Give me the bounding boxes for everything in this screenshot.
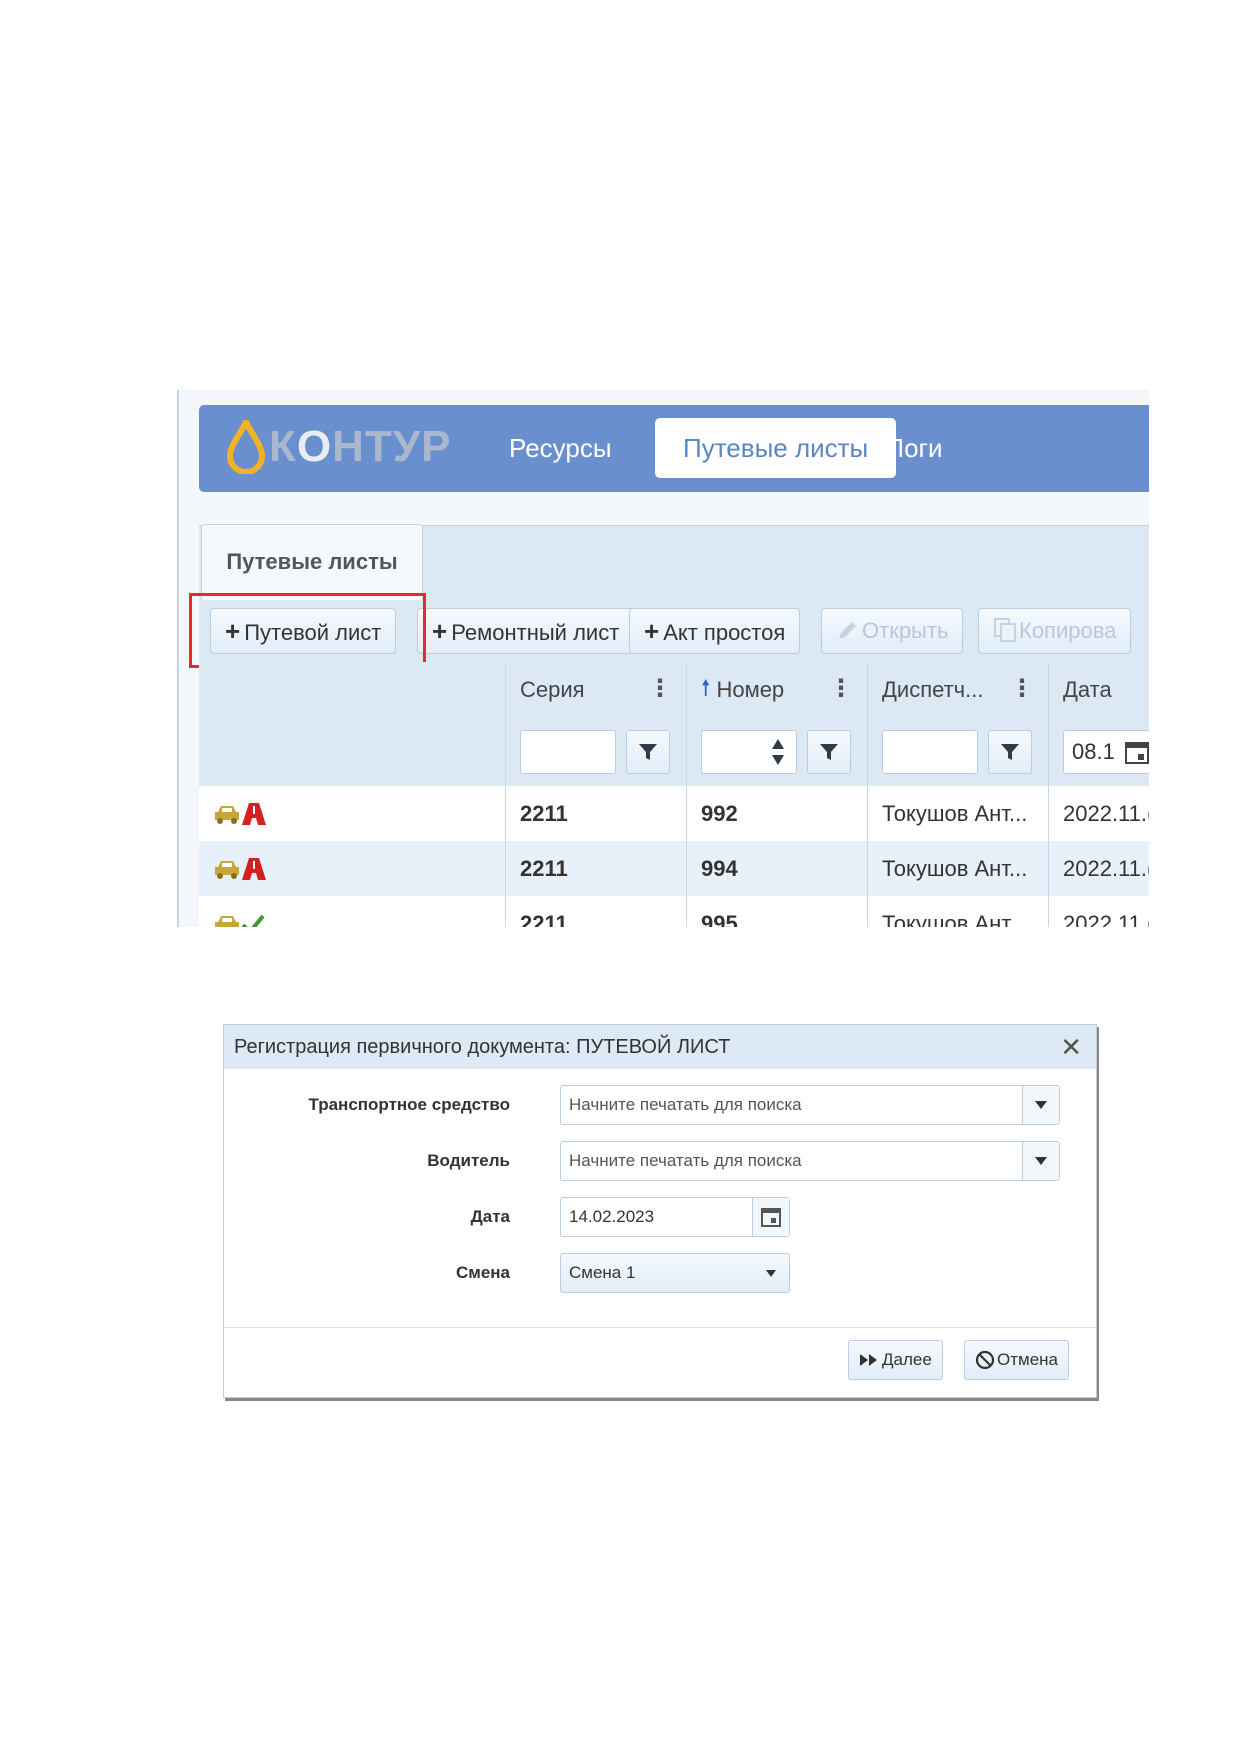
nav-resources[interactable]: Ресурсы [481, 418, 640, 478]
cancel-button[interactable]: Отмена [964, 1340, 1069, 1380]
add-idle-act-button[interactable]: + Акт простоя [629, 608, 801, 654]
row-series: 2211 [505, 896, 686, 927]
row-status-icons [199, 786, 505, 841]
column-menu-icon[interactable]: ⋮ [648, 674, 672, 703]
tab-strip: Путевые листы [199, 524, 1149, 602]
dialog-title: Регистрация первичного документа: ПУТЕВО… [224, 1025, 1096, 1069]
chevron-down-icon[interactable] [1022, 1086, 1059, 1124]
dialog-divider [224, 1327, 1096, 1328]
grid-header-row: Серия ⋮ 🠕 Номер ⋮ Диспетч... ⋮ Дата [199, 662, 1149, 719]
next-button[interactable]: Далее [848, 1340, 943, 1380]
calendar-icon[interactable] [1124, 739, 1149, 765]
driver-label: Водитель [427, 1151, 510, 1170]
header-date[interactable]: Дата [1048, 662, 1149, 718]
date-filter-input[interactable]: 08.1 [1063, 730, 1149, 774]
toolbar: + Путевой лист + Ремонтный лист + Акт прост… [199, 600, 1149, 662]
plus-icon: + [644, 616, 660, 646]
add-waybill-button[interactable]: + Путевой лист [210, 608, 397, 654]
row-date: 2022.11.( [1048, 896, 1149, 927]
app-screenshot: КОНТУР Ресурсы Путевые листы Логи Путевы… [177, 390, 1149, 927]
table-row[interactable]: 2211 994 Токушов Ант... 2022.11.( [199, 841, 1149, 897]
filter-date: 08.1 [1048, 718, 1149, 786]
row-number: 995 [686, 896, 867, 927]
car-icon [215, 805, 239, 824]
filter-status [199, 718, 505, 786]
date-field[interactable]: 14.02.2023 [560, 1197, 790, 1237]
sort-asc-icon: 🠕 [701, 675, 711, 700]
copy-icon [994, 618, 1016, 642]
register-waybill-dialog: Регистрация первичного документа: ПУТЕВО… [223, 1024, 1097, 1398]
vehicle-label: Транспортное средство [308, 1095, 510, 1114]
shift-label: Смена [455, 1263, 510, 1282]
row-number: 994 [686, 841, 867, 896]
fast-forward-icon [860, 1354, 877, 1366]
row-dispatcher: Токушов Ант... [867, 896, 1048, 927]
road-icon [242, 857, 266, 880]
grid-filter-row: 08.1 [199, 718, 1149, 787]
filter-number [686, 718, 867, 786]
check-icon [241, 914, 265, 927]
header-series[interactable]: Серия ⋮ [505, 662, 686, 718]
vehicle-combobox[interactable]: Начните печатать для поиска [560, 1085, 1060, 1125]
row-series: 2211 [505, 786, 686, 841]
header-status [199, 662, 505, 718]
chevron-down-icon[interactable] [1022, 1142, 1059, 1180]
row-series: 2211 [505, 841, 686, 896]
column-menu-icon[interactable]: ⋮ [1010, 674, 1034, 703]
copy-button[interactable]: Копирова [978, 608, 1132, 654]
column-menu-icon[interactable]: ⋮ [829, 674, 853, 703]
spinner-icon[interactable] [770, 737, 786, 767]
cancel-icon [975, 1350, 995, 1370]
row-status-icons [199, 896, 505, 927]
road-icon [242, 802, 266, 825]
calendar-icon[interactable] [752, 1198, 789, 1236]
close-icon[interactable]: ✕ [1060, 1025, 1082, 1069]
date-label: Дата [470, 1207, 510, 1226]
driver-combobox[interactable]: Начните печатать для поиска [560, 1141, 1060, 1181]
row-dispatcher: Токушов Ант... [867, 841, 1048, 896]
row-number: 992 [686, 786, 867, 841]
shift-select[interactable]: Смена 1 [560, 1253, 790, 1293]
table-row[interactable]: 2211 995 Токушов Ант... 2022.11.( [199, 896, 1149, 927]
car-icon [215, 860, 239, 879]
dispatcher-filter-input[interactable] [882, 730, 978, 774]
top-navbar: КОНТУР Ресурсы Путевые листы Логи [199, 405, 1149, 492]
filter-icon[interactable] [988, 730, 1032, 774]
open-button[interactable]: Открыть [821, 608, 964, 654]
car-icon [215, 915, 239, 927]
chevron-down-icon[interactable] [753, 1254, 789, 1292]
drop-logo-icon [227, 420, 265, 474]
row-dispatcher: Токушов Ант... [867, 786, 1048, 841]
header-number[interactable]: 🠕 Номер ⋮ [686, 662, 867, 718]
pencil-icon [839, 622, 856, 639]
plus-icon: + [225, 616, 241, 646]
row-date: 2022.11.( [1048, 786, 1149, 841]
table-row[interactable]: 2211 992 Токушов Ант... 2022.11.( [199, 786, 1149, 842]
row-date: 2022.11.( [1048, 841, 1149, 896]
filter-icon[interactable] [807, 730, 851, 774]
filter-icon[interactable] [626, 730, 670, 774]
logo-text: КОНТУР [269, 422, 452, 471]
filter-series [505, 718, 686, 786]
nav-logs[interactable]: Логи [859, 418, 971, 478]
header-dispatcher[interactable]: Диспетч... ⋮ [867, 662, 1048, 718]
filter-dispatcher [867, 718, 1048, 786]
logo: КОНТУР [227, 417, 451, 477]
tab-waybills[interactable]: Путевые листы [201, 524, 423, 602]
number-filter-input[interactable] [701, 730, 797, 774]
add-repair-sheet-button[interactable]: + Ремонтный лист [417, 608, 635, 654]
plus-icon: + [432, 616, 448, 646]
series-filter-input[interactable] [520, 730, 616, 774]
row-status-icons [199, 841, 505, 896]
